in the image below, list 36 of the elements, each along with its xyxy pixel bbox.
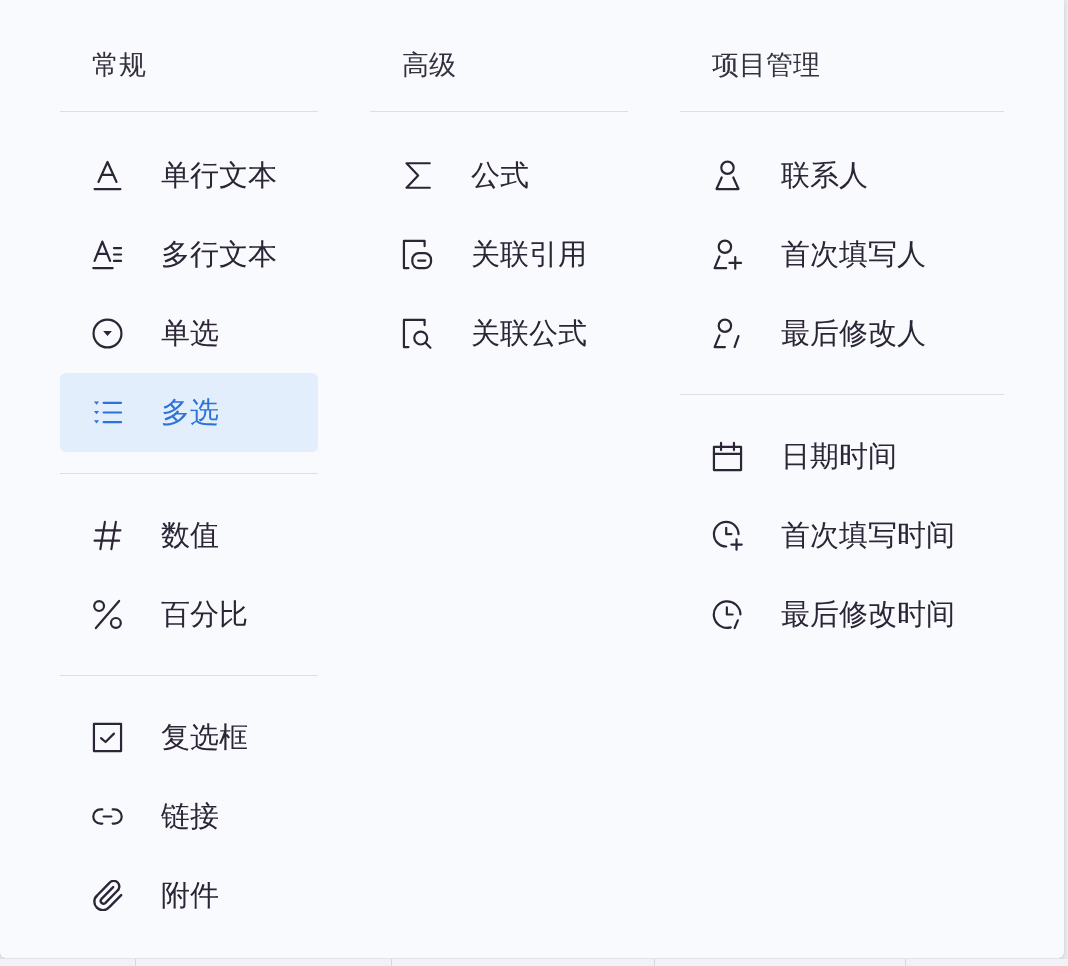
paperclip-icon [92, 880, 123, 911]
field-type-item[interactable]: 联系人 [680, 136, 1004, 215]
calendar-icon [712, 441, 743, 472]
clock-plus-icon [712, 520, 743, 551]
field-type-item[interactable]: 首次填写人 [680, 215, 1004, 294]
text-lines-icon [92, 239, 123, 270]
underlined-letter-icon [92, 160, 123, 191]
field-type-item[interactable]: 数值 [60, 496, 318, 575]
field-type-item[interactable]: 多选 [60, 373, 318, 452]
linked-frame-icon [402, 239, 433, 270]
field-type-item[interactable]: 单行文本 [60, 136, 318, 215]
sigma-icon [402, 160, 433, 191]
field-type-item[interactable]: 链接 [60, 777, 318, 856]
hash-icon [92, 520, 123, 551]
field-type-item[interactable]: 复选框 [60, 698, 318, 777]
field-type-item[interactable]: 关联引用 [370, 215, 628, 294]
field-type-item[interactable]: 单选 [60, 294, 318, 373]
checkbox-icon [92, 722, 123, 753]
search-frame-icon [402, 318, 433, 349]
category-heading: 高级 [402, 49, 457, 82]
field-type-item[interactable]: 关联公式 [370, 294, 628, 373]
field-type-item[interactable]: 首次填写时间 [680, 496, 1004, 575]
field-type-item[interactable]: 最后修改时间 [680, 575, 1004, 654]
category-heading: 常规 [92, 49, 147, 82]
percent-icon [92, 599, 123, 630]
field-type-item[interactable]: 最后修改人 [680, 294, 1004, 373]
clock-edit-icon [712, 599, 743, 630]
link-icon [92, 808, 123, 825]
person-plus-icon [712, 239, 743, 270]
field-type-item[interactable]: 附件 [60, 856, 318, 935]
dropdown-circle-icon [92, 318, 123, 349]
field-type-item[interactable]: 公式 [370, 136, 628, 215]
field-type-item[interactable]: 多行文本 [60, 215, 318, 294]
field-type-item[interactable]: 百分比 [60, 575, 318, 654]
category-heading: 项目管理 [712, 49, 821, 82]
field-type-item[interactable]: 日期时间 [680, 417, 1004, 496]
